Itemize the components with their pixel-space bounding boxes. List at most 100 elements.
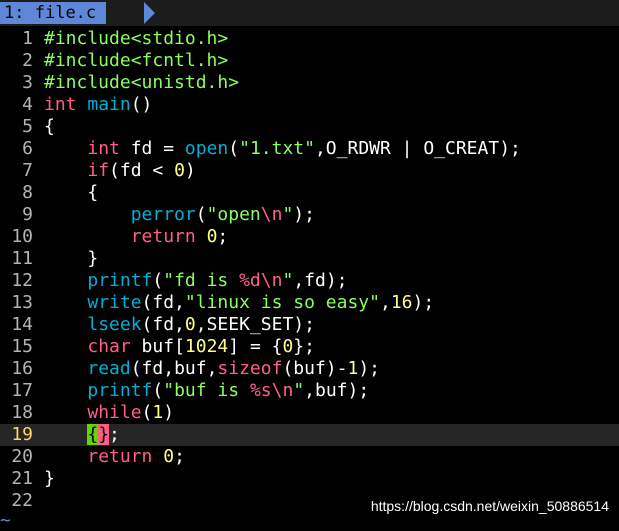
code-token: ; xyxy=(174,446,185,467)
tab-number: 1: xyxy=(4,3,25,23)
code-token: ] = { xyxy=(228,336,283,357)
code-token: ); xyxy=(293,204,315,225)
code-token: <fcntl.h> xyxy=(130,50,229,71)
code-token: #include xyxy=(44,72,131,93)
code-line: 14 lseek(fd,0,SEEK_SET); xyxy=(0,314,619,336)
code-token: sizeof xyxy=(217,358,283,379)
line-number: 14 xyxy=(11,314,33,335)
line-number: 8 xyxy=(22,182,33,203)
code-line: 12 printf("fd is %d\n",fd); xyxy=(0,270,619,292)
code-token: %s xyxy=(249,380,272,401)
line-number: 16 xyxy=(11,358,33,379)
text-cursor: } xyxy=(98,424,110,445)
code-token: " xyxy=(282,204,294,225)
code-token: "open xyxy=(206,204,261,225)
code-token: 16 xyxy=(390,292,413,313)
line-number: 10 xyxy=(11,226,33,247)
code-token: open xyxy=(184,138,229,159)
code-token: } xyxy=(44,468,55,489)
code-token: ) xyxy=(163,402,175,423)
code-token: " xyxy=(293,380,305,401)
line-number: 6 xyxy=(22,138,33,159)
code-token: "fd is xyxy=(163,270,240,291)
line-number: 7 xyxy=(22,160,33,181)
code-token: main xyxy=(87,94,131,115)
code-line: 21} xyxy=(0,468,619,490)
code-token: printf xyxy=(87,380,153,401)
line-number: 15 xyxy=(11,336,33,357)
code-line: 20 return 0; xyxy=(0,446,619,468)
code-token: { xyxy=(44,182,99,203)
code-token: "linux is so easy" xyxy=(184,292,380,313)
code-token: (fd, xyxy=(141,314,185,335)
tab-arrow-icon xyxy=(144,2,155,24)
code-token: 0 xyxy=(206,226,218,247)
code-token: ,SEEK_SET); xyxy=(195,314,315,335)
code-line: 2 #include<fcntl.h> xyxy=(0,50,619,72)
code-token: 0 xyxy=(174,160,185,181)
code-token: read xyxy=(87,358,131,379)
code-token: "buf is xyxy=(163,380,250,401)
code-token: \n xyxy=(271,380,294,401)
line-number: 2 xyxy=(22,50,33,71)
code-token: return xyxy=(130,226,196,247)
code-line: 13 write(fd,"linux is so easy",16); xyxy=(0,292,619,314)
tab-file[interactable]: 1: file.c xyxy=(0,2,107,24)
code-token: lseek xyxy=(87,314,142,335)
code-token: () xyxy=(130,94,153,115)
code-line: 8 { xyxy=(0,182,619,204)
code-token: buf[ xyxy=(130,336,185,357)
code-token: ; xyxy=(109,424,120,445)
code-token: { xyxy=(44,116,55,137)
code-line: 10 return 0; xyxy=(0,226,619,248)
code-token: while xyxy=(87,402,142,423)
code-token: perror xyxy=(130,204,196,225)
current-line: 19 {}; xyxy=(0,424,619,446)
code-line: 9 perror("open\n"); xyxy=(0,204,619,226)
code-token: <stdio.h> xyxy=(130,28,229,49)
code-line: 15 char buf[1024] = {0}; xyxy=(0,336,619,358)
code-line: 11 } xyxy=(0,248,619,270)
code-token: <unistd.h> xyxy=(130,72,240,93)
code-token: fd = xyxy=(119,138,185,159)
code-token: ); xyxy=(412,292,435,313)
code-editor[interactable]: 1 #include<stdio.h> 2 #include<fcntl.h> 3 #… xyxy=(0,28,619,512)
line-number: 22 xyxy=(11,490,33,511)
line-number: 3 xyxy=(22,72,33,93)
code-token: 0 xyxy=(184,314,196,335)
code-token: 0 xyxy=(282,336,294,357)
code-token: (fd, xyxy=(141,292,185,313)
code-token: 1 xyxy=(347,358,359,379)
watermark: https://blog.csdn.net/weixin_50886514 xyxy=(370,498,609,514)
code-token: "1.txt" xyxy=(239,138,315,159)
code-line: 7 if(fd < 0) xyxy=(0,160,619,182)
code-token: ; xyxy=(217,226,229,247)
code-token: write xyxy=(87,292,142,313)
tabline: 1: file.c xyxy=(0,0,619,26)
code-token: int xyxy=(87,138,120,159)
code-token: ( xyxy=(195,204,207,225)
matched-brace: { xyxy=(87,424,99,445)
code-line: 1 #include<stdio.h> xyxy=(0,28,619,50)
code-token: #include xyxy=(44,50,131,71)
line-number: 20 xyxy=(11,446,33,467)
code-token: ,buf); xyxy=(304,380,370,401)
code-token: printf xyxy=(87,270,153,291)
code-token: " xyxy=(282,270,294,291)
code-token: 0 xyxy=(163,446,175,467)
code-token: ,O_RDWR | O_CREAT); xyxy=(314,138,521,159)
code-token: %d xyxy=(239,270,261,291)
code-line: 3 #include<unistd.h> xyxy=(0,72,619,94)
line-number: 19 xyxy=(11,424,33,445)
